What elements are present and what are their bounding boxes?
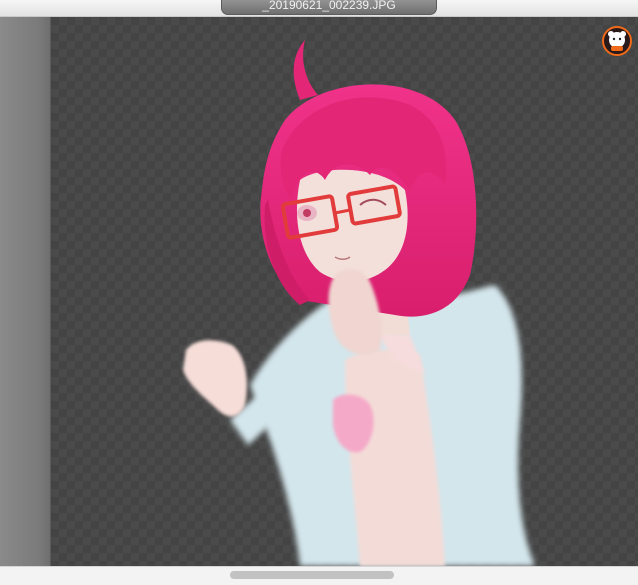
character-artwork [183,40,535,566]
window-title[interactable]: _20190621_002239.JPG [221,0,437,15]
image-canvas[interactable] [51,17,638,566]
bear-mascot-icon[interactable] [602,26,632,56]
window-top-bar: _20190621_002239.JPG [0,0,638,17]
horizontal-scroll-thumb[interactable] [230,571,394,579]
left-side-panel [0,17,51,566]
